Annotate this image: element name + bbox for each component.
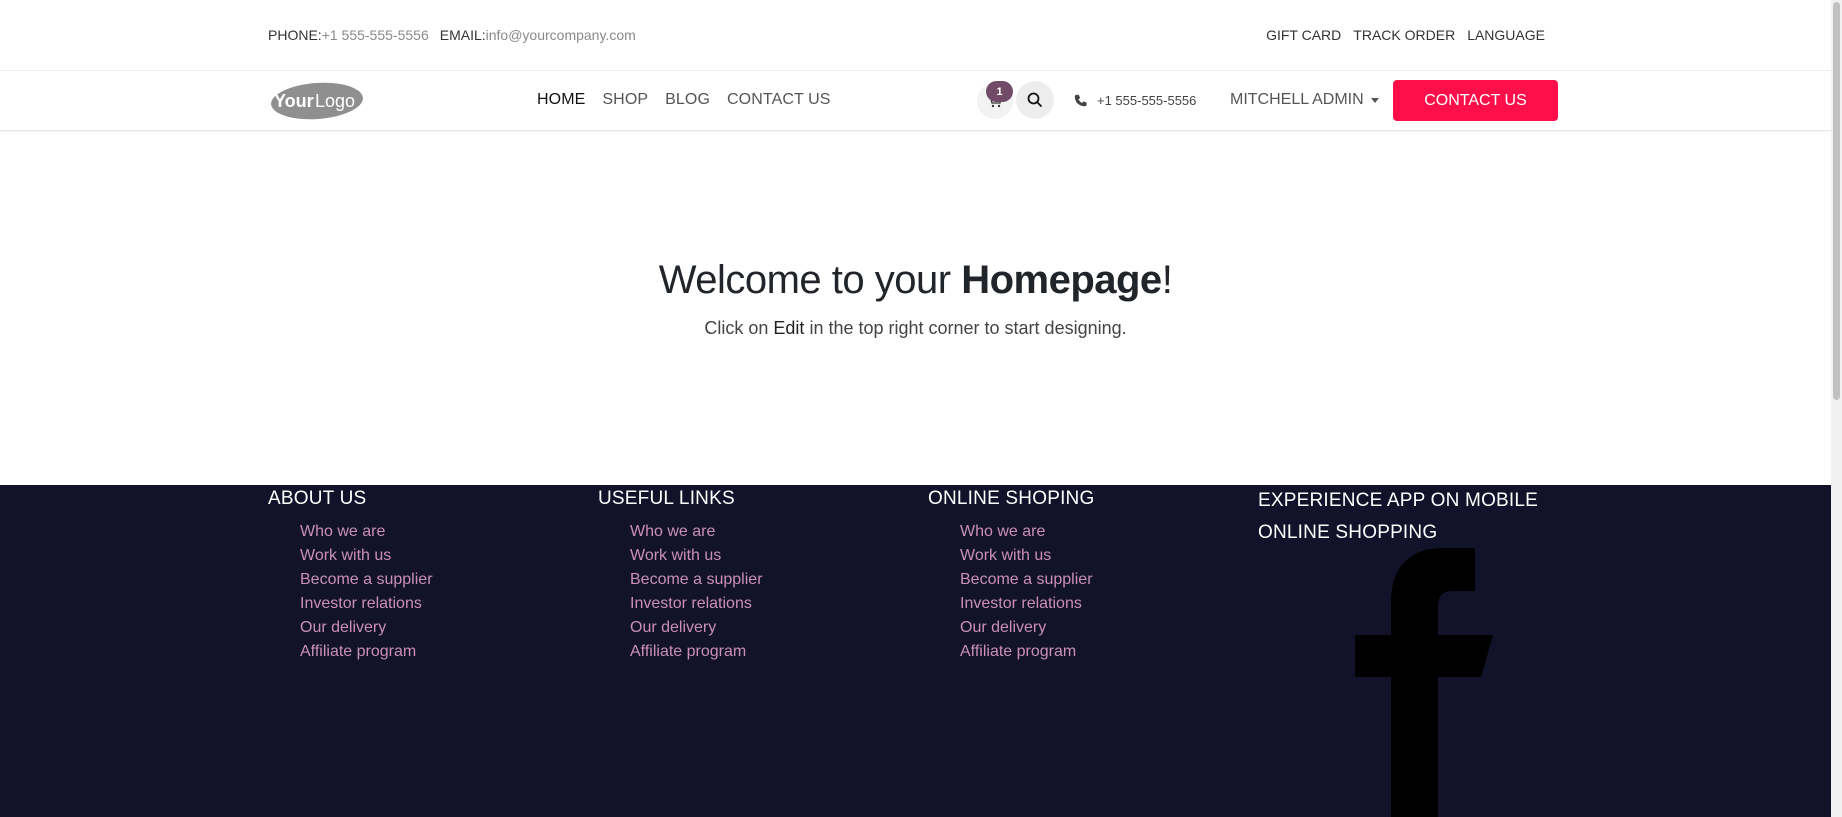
footer-heading: EXPERIENCE APP ON MOBILE <box>1258 490 1539 511</box>
nav-shop[interactable]: SHOP <box>602 91 648 109</box>
footer-link[interactable]: Become a supplier <box>960 568 1094 592</box>
footer-column-mobile-app: EXPERIENCE APP ON MOBILE ONLINE SHOPPING <box>1258 485 1538 549</box>
nav-contact-us[interactable]: CONTACT US <box>727 91 831 109</box>
hero-section: Welcome to your Homepage! Click on Edit … <box>0 131 1831 485</box>
email-info: EMAIL:info@yourcompany.com <box>439 27 636 43</box>
footer-heading: USEFUL LINKS <box>598 488 735 509</box>
gift-card-link[interactable]: GIFT CARD <box>1266 27 1341 43</box>
scrollbar-thumb[interactable] <box>1833 2 1840 400</box>
contact-us-button[interactable]: CONTACT US <box>1393 80 1558 121</box>
nav-phone[interactable]: +1 555-555-5556 <box>1074 93 1196 108</box>
footer-link[interactable]: Become a supplier <box>300 568 433 592</box>
main-navbar: Your Logo HOME SHOP BLOG CONTACT US 1 +1… <box>0 71 1831 131</box>
vertical-scrollbar[interactable] <box>1831 0 1842 817</box>
svg-text:Your: Your <box>274 91 314 111</box>
user-menu-dropdown[interactable]: MITCHELL ADMIN <box>1230 91 1379 109</box>
footer-link[interactable]: Investor relations <box>630 592 763 616</box>
footer-link[interactable]: Investor relations <box>300 592 433 616</box>
caret-down-icon <box>1370 97 1379 103</box>
page-title: Welcome to your Homepage! <box>658 258 1173 302</box>
phone-value[interactable]: +1 555-555-5556 <box>322 27 429 43</box>
footer-column-about-us: ABOUT US Who we are Work with us Become … <box>268 485 433 664</box>
footer-link[interactable]: Affiliate program <box>960 640 1094 664</box>
footer-subheading: ONLINE SHOPPING <box>1258 522 1438 543</box>
footer-links: Who we are Work with us Become a supplie… <box>268 520 433 664</box>
top-bar: PHONE:+1 555-555-5556 EMAIL:info@yourcom… <box>0 0 1831 71</box>
contact-info: PHONE:+1 555-555-5556 EMAIL:info@yourcom… <box>268 27 636 43</box>
footer-link[interactable]: Our delivery <box>300 616 433 640</box>
footer-link[interactable]: Affiliate program <box>300 640 433 664</box>
svg-text:Logo: Logo <box>315 91 355 111</box>
search-icon <box>1027 92 1043 108</box>
footer-link[interactable]: Who we are <box>300 520 433 544</box>
nav-blog[interactable]: BLOG <box>665 91 710 109</box>
language-link[interactable]: LANGUAGE <box>1467 27 1545 43</box>
phone-info: PHONE:+1 555-555-5556 <box>268 27 429 43</box>
nav-home[interactable]: HOME <box>537 91 585 109</box>
logo[interactable]: Your Logo <box>268 80 364 122</box>
track-order-link[interactable]: TRACK ORDER <box>1353 27 1455 43</box>
user-name: MITCHELL ADMIN <box>1230 91 1364 108</box>
footer-link[interactable]: Who we are <box>960 520 1094 544</box>
footer-heading: ONLINE SHOPING <box>928 488 1095 509</box>
footer-column-useful-links: USEFUL LINKS Who we are Work with us Bec… <box>598 485 763 664</box>
email-value[interactable]: info@yourcompany.com <box>486 27 636 43</box>
cart-button[interactable]: 1 <box>977 81 1013 119</box>
footer-link[interactable]: Who we are <box>630 520 763 544</box>
top-links: GIFT CARD TRACK ORDER LANGUAGE <box>1266 27 1545 43</box>
footer-link[interactable]: Work with us <box>630 544 763 568</box>
footer-link[interactable]: Affiliate program <box>630 640 763 664</box>
footer-heading: ABOUT US <box>268 488 367 509</box>
phone-icon <box>1074 94 1087 107</box>
footer-links: Who we are Work with us Become a supplie… <box>598 520 763 664</box>
footer-column-online-shoping: ONLINE SHOPING Who we are Work with us B… <box>928 485 1094 664</box>
footer-link[interactable]: Our delivery <box>960 616 1094 640</box>
footer-link[interactable]: Our delivery <box>630 616 763 640</box>
footer-link[interactable]: Investor relations <box>960 592 1094 616</box>
page-subtitle: Click on Edit in the top right corner to… <box>704 318 1127 338</box>
cart-count-badge: 1 <box>986 81 1013 102</box>
footer: ABOUT US Who we are Work with us Become … <box>0 485 1831 817</box>
footer-link[interactable]: Work with us <box>960 544 1094 568</box>
footer-link[interactable]: Work with us <box>300 544 433 568</box>
search-button[interactable] <box>1016 81 1054 119</box>
nav-phone-number: +1 555-555-5556 <box>1097 93 1197 108</box>
primary-nav: HOME SHOP BLOG CONTACT US <box>537 91 831 109</box>
footer-links: Who we are Work with us Become a supplie… <box>928 520 1094 664</box>
footer-link[interactable]: Become a supplier <box>630 568 763 592</box>
facebook-icon[interactable] <box>1355 548 1495 817</box>
